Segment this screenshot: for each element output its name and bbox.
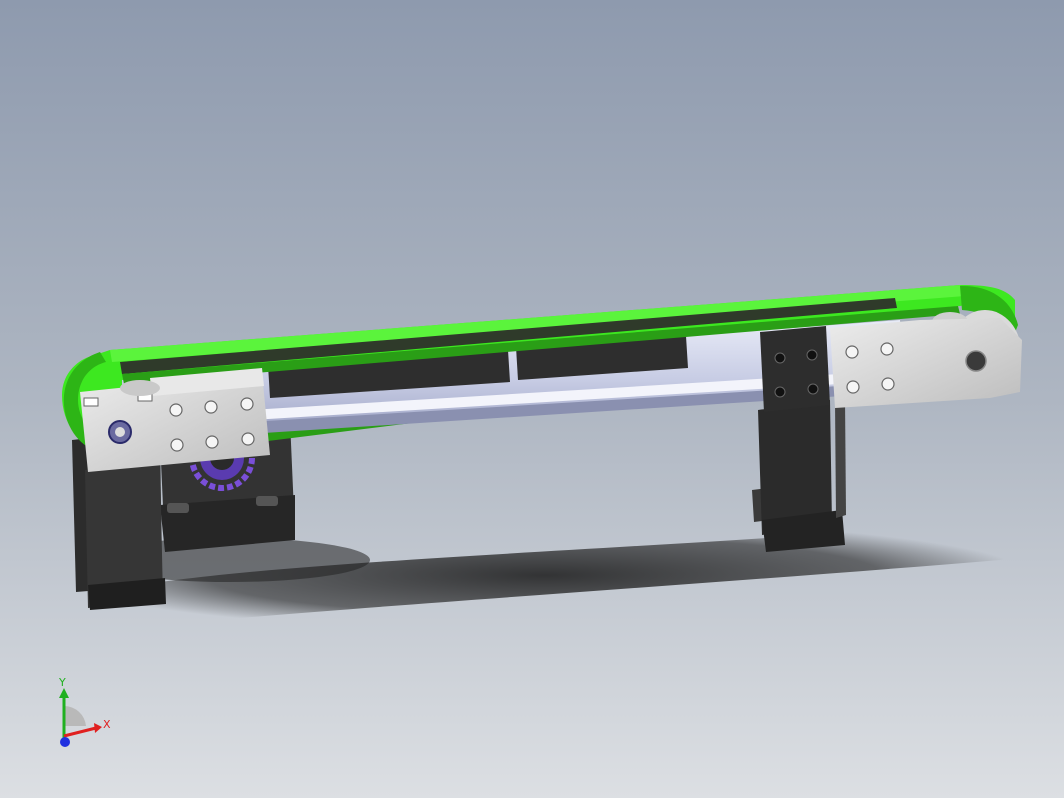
- bolt-hole: [241, 432, 255, 446]
- x-axis-label: X: [103, 718, 111, 731]
- z-axis-dot: [60, 737, 70, 747]
- bolt-head: [774, 352, 786, 364]
- bolt-hole: [204, 400, 218, 414]
- slot-hole: [167, 503, 189, 513]
- x-axis-line: [63, 726, 97, 738]
- y-axis-arrow: [59, 688, 69, 698]
- right-end-plate[interactable]: [830, 318, 1022, 408]
- bolt-hole: [205, 435, 219, 449]
- conveyor-model[interactable]: [0, 0, 1064, 798]
- bolt-hole: [169, 403, 183, 417]
- view-triad[interactable]: Y X: [44, 676, 124, 756]
- triad-plane: [64, 705, 86, 726]
- right-leg-clamp[interactable]: [760, 326, 830, 412]
- left-roller: [120, 380, 160, 396]
- bolt-hole: [881, 377, 895, 391]
- small-tab: [83, 397, 99, 407]
- bolt-head: [774, 386, 786, 398]
- bolt-hole: [845, 345, 859, 359]
- right-leg[interactable]: [752, 398, 846, 552]
- bolt-head: [806, 349, 818, 361]
- slot-hole: [256, 496, 278, 506]
- x-axis-arrow: [94, 723, 102, 733]
- bolt-hole: [170, 438, 184, 452]
- bolt-hole: [240, 397, 254, 411]
- bolt-hole: [880, 342, 894, 356]
- graphics-viewport[interactable]: Y X: [0, 0, 1064, 798]
- shaft-end: [965, 350, 987, 372]
- bolt-head: [807, 383, 819, 395]
- y-axis-label: Y: [58, 676, 66, 689]
- bolt-hole: [846, 380, 860, 394]
